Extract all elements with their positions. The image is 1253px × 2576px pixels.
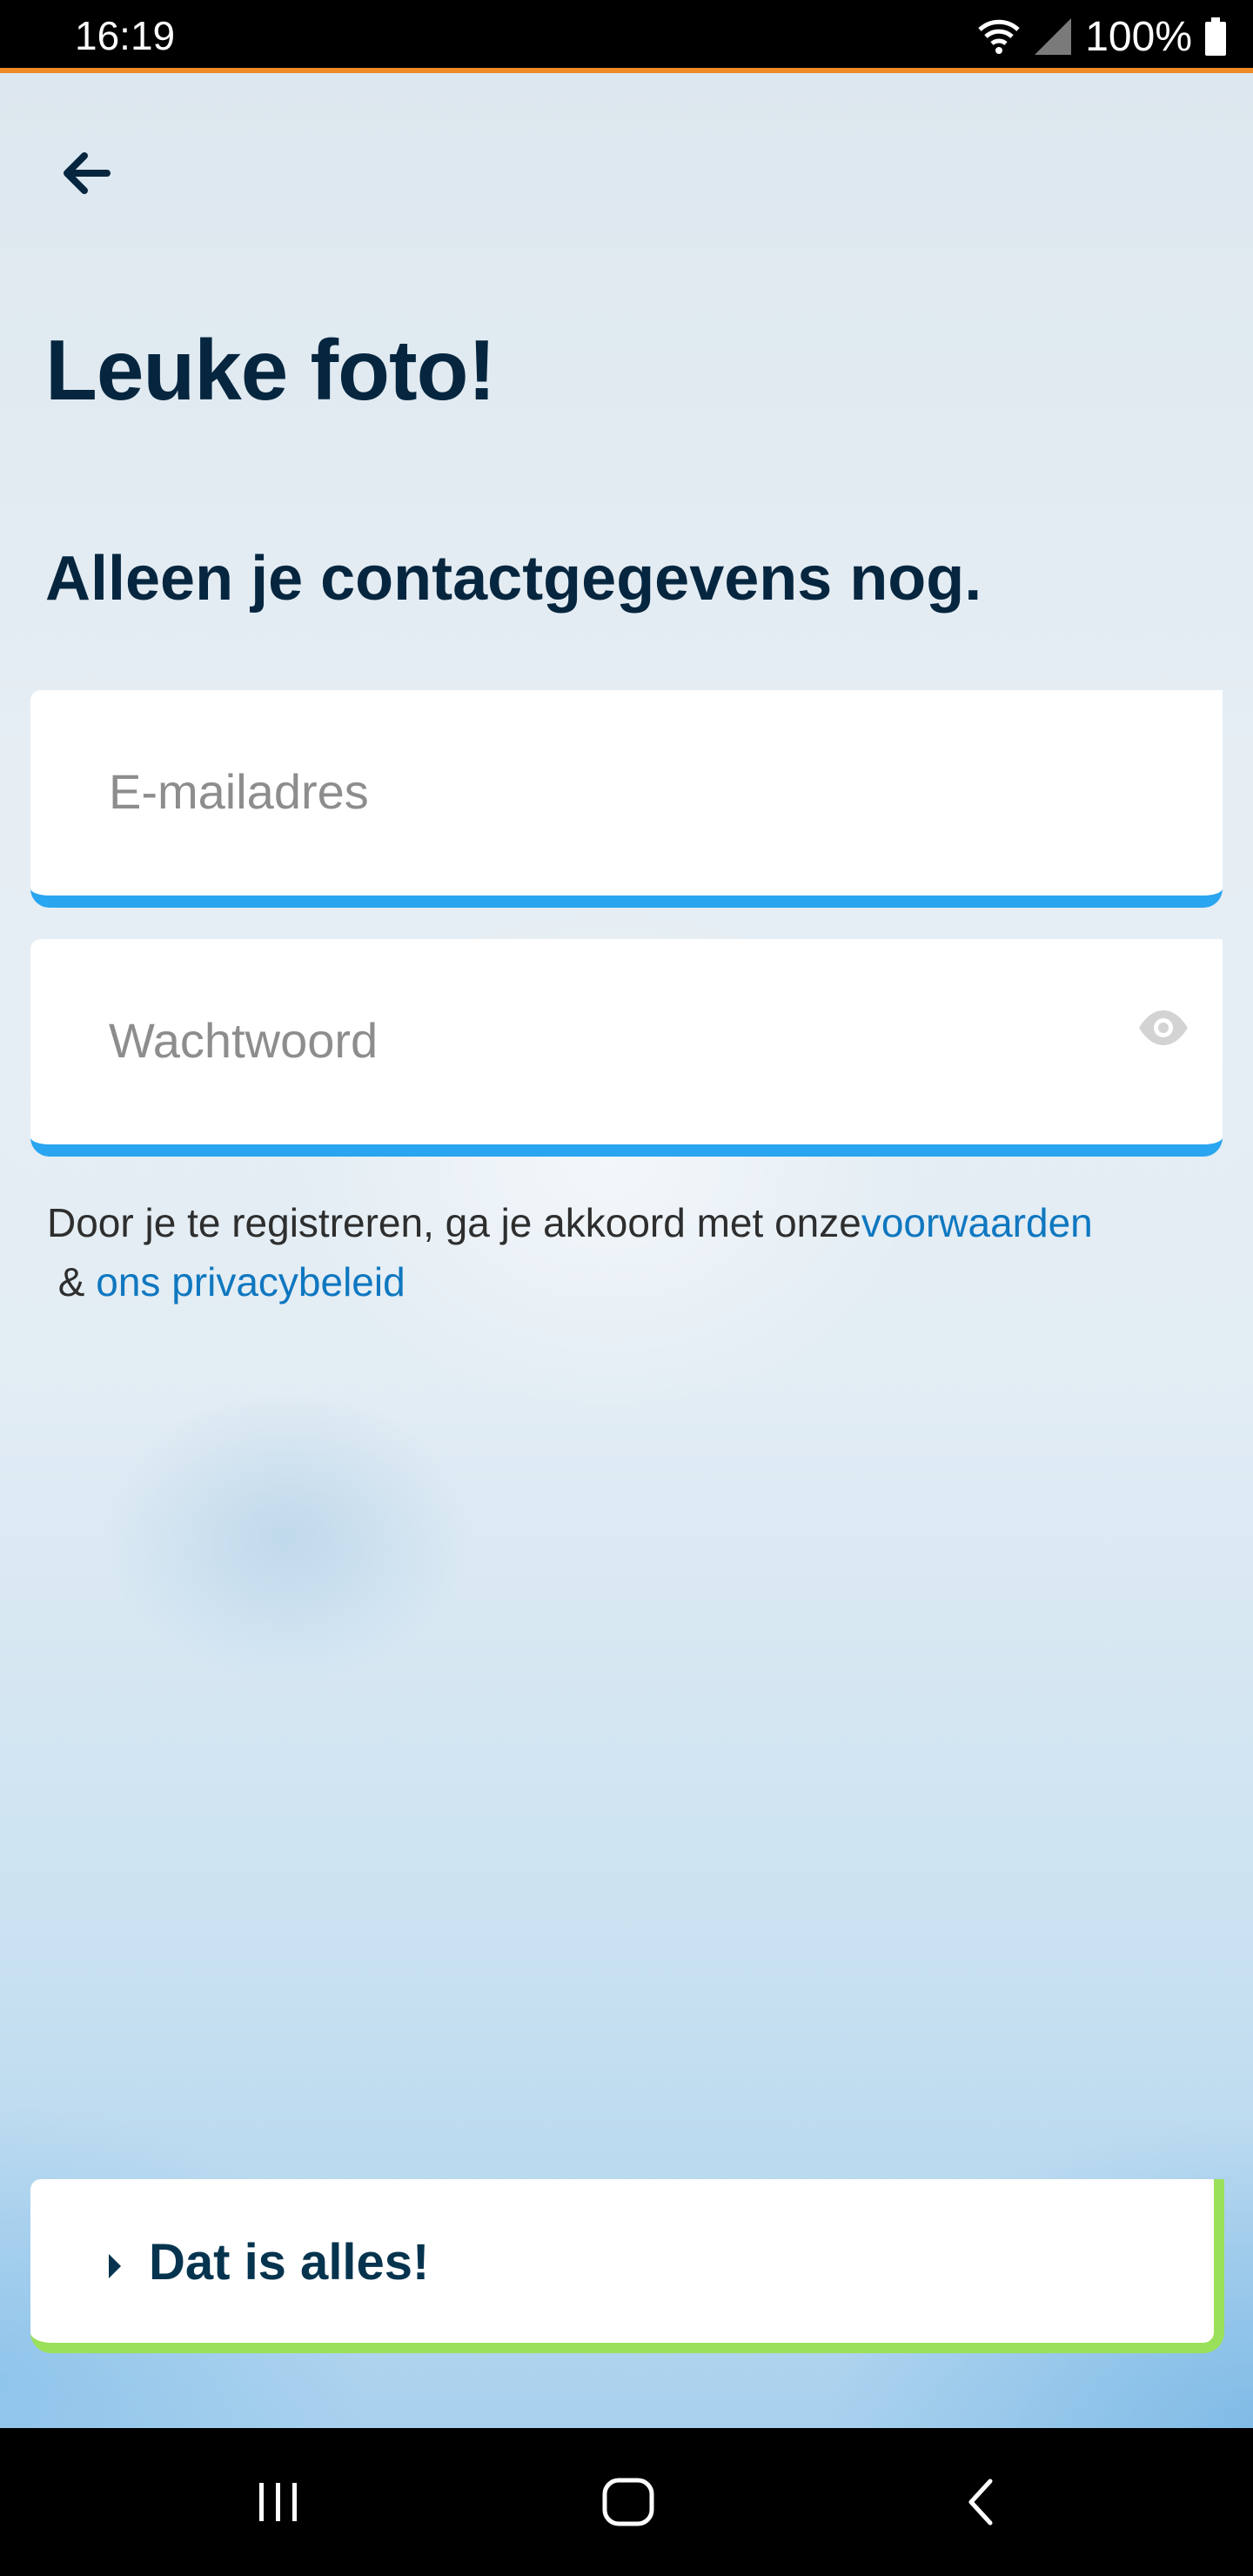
submit-button[interactable]: Dat is alles! bbox=[30, 2179, 1224, 2353]
home-button[interactable] bbox=[585, 2467, 672, 2537]
terms-separator: & bbox=[47, 1259, 97, 1305]
terms-text: Door je te registreren, ga je akkoord me… bbox=[47, 1193, 1230, 1311]
eye-icon[interactable] bbox=[1136, 1000, 1191, 1056]
page-title: Leuke foto! bbox=[45, 322, 496, 418]
page-subtitle: Alleen je contactgegevens nog. bbox=[45, 544, 982, 614]
email-input[interactable] bbox=[107, 742, 1068, 840]
registration-screen: Leuke foto! Alleen je contactgegevens no… bbox=[0, 73, 1253, 2428]
status-time: 16:19 bbox=[75, 13, 176, 58]
terms-prefix: Door je te registreren, ga je akkoord me… bbox=[47, 1200, 861, 1245]
caret-right-icon bbox=[109, 2254, 121, 2278]
back-icon bbox=[968, 2479, 993, 2526]
arrow-left-icon bbox=[64, 152, 111, 194]
status-icons: 100% bbox=[977, 9, 1227, 64]
password-field-container bbox=[30, 939, 1223, 1157]
password-input[interactable] bbox=[107, 991, 1068, 1089]
system-back-button[interactable] bbox=[936, 2467, 1023, 2537]
battery-icon bbox=[1205, 17, 1226, 56]
terms-link[interactable]: voorwaarden bbox=[861, 1200, 1093, 1245]
home-icon bbox=[602, 2478, 654, 2526]
back-button[interactable] bbox=[47, 134, 125, 212]
email-field-container bbox=[30, 690, 1223, 908]
navigation-bar bbox=[0, 2428, 1253, 2576]
battery-text: 100% bbox=[1085, 13, 1192, 60]
recent-apps-button[interactable] bbox=[235, 2467, 322, 2537]
wifi-icon bbox=[978, 19, 1020, 54]
privacy-link[interactable]: ons privacybeleid bbox=[96, 1259, 405, 1305]
submit-label: Dat is alles! bbox=[149, 2234, 430, 2291]
status-bar: 16:19 100% bbox=[0, 0, 1253, 73]
recent-apps-icon bbox=[259, 2483, 297, 2521]
signal-icon bbox=[1035, 18, 1072, 55]
